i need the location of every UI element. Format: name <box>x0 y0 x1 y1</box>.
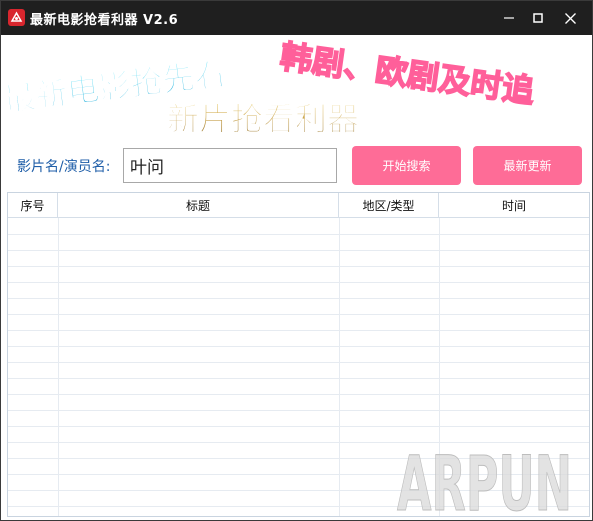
minimize-button[interactable] <box>494 1 524 35</box>
promo-banner: 最新电影抢先看 韩剧、欧剧及时追 新片抢看利器 <box>1 35 592 140</box>
arpun-watermark: ARPUN <box>395 438 575 521</box>
start-search-button[interactable]: 开始搜索 <box>352 146 461 185</box>
app-window: 最新电影抢看利器 V2.6 最新电影抢先看 韩剧、欧剧及时追 新片抢看利器 影片… <box>0 0 593 521</box>
watermark-text: ARPUN <box>397 439 572 518</box>
window-title: 最新电影抢看利器 V2.6 <box>30 13 179 28</box>
minimize-icon <box>504 17 514 19</box>
close-button[interactable] <box>555 1 585 35</box>
column-header-time[interactable]: 时间 <box>439 193 589 217</box>
title-bar[interactable]: 最新电影抢看利器 V2.6 <box>1 1 592 35</box>
maximize-icon <box>533 13 543 23</box>
latest-update-button[interactable]: 最新更新 <box>473 146 582 185</box>
column-header-region-type[interactable]: 地区/类型 <box>339 193 439 217</box>
search-input[interactable] <box>123 148 337 183</box>
app-logo-icon <box>8 9 25 26</box>
column-header-index[interactable]: 序号 <box>8 193 58 217</box>
close-icon <box>564 12 576 24</box>
search-label: 影片名/演员名: <box>17 159 111 175</box>
table-header: 序号 标题 地区/类型 时间 <box>8 193 589 218</box>
column-header-title[interactable]: 标题 <box>58 193 339 217</box>
maximize-button[interactable] <box>523 1 553 35</box>
banner-tagline: 新片抢看利器 <box>167 100 360 138</box>
